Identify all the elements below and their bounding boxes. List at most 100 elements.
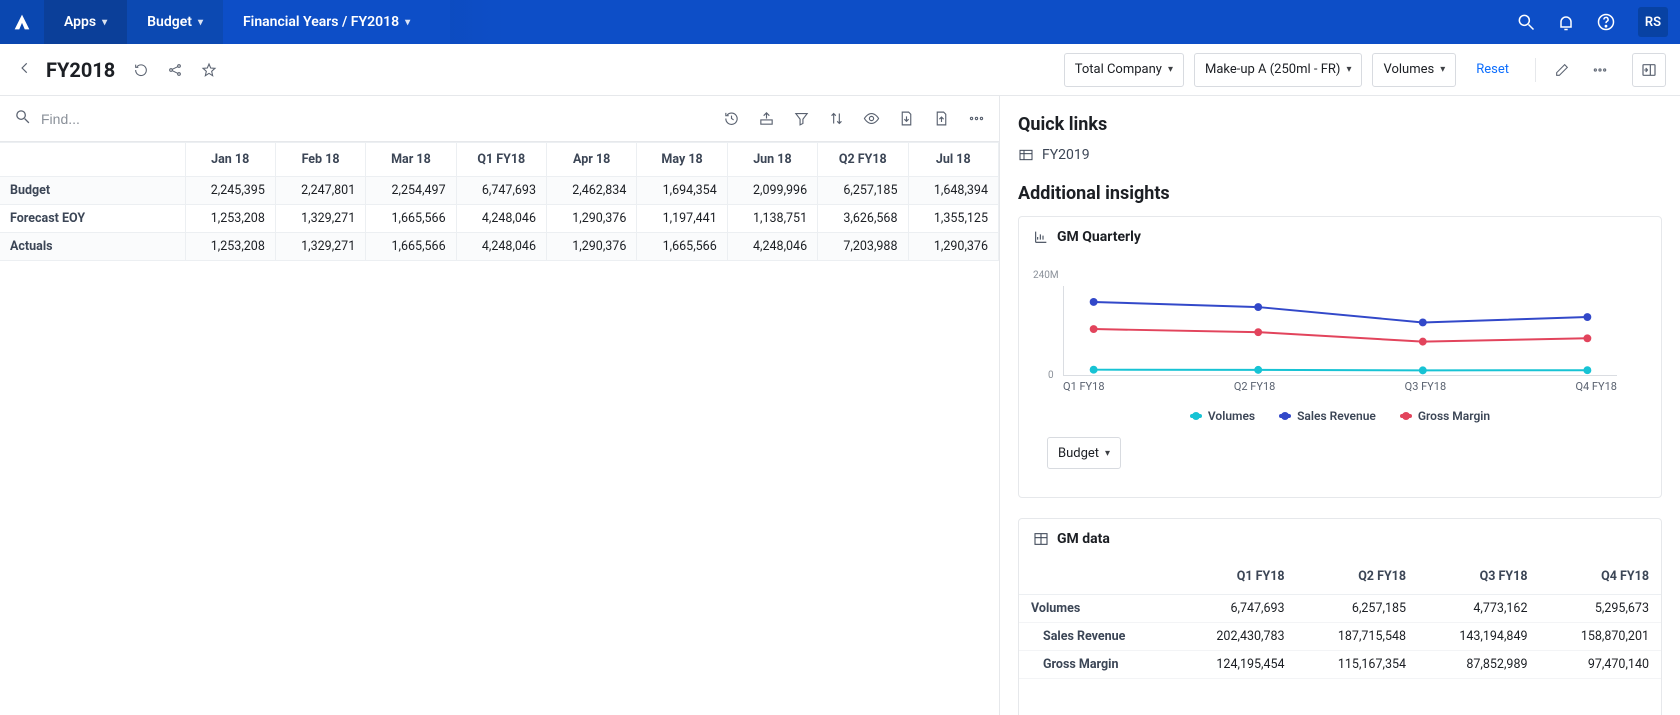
publish-icon[interactable]: [758, 110, 775, 127]
column-header[interactable]: Q2 FY18: [818, 143, 908, 177]
cell[interactable]: 1,329,271: [275, 233, 365, 261]
edit-icon[interactable]: [1550, 58, 1574, 82]
nav-budget[interactable]: Budget ▾: [127, 0, 223, 44]
cell[interactable]: 1,665,566: [366, 233, 456, 261]
column-header[interactable]: Q1 FY18: [456, 143, 546, 177]
nav-apps[interactable]: Apps ▾: [44, 0, 127, 44]
cell[interactable]: 202,430,783: [1175, 623, 1296, 651]
row-header[interactable]: Sales Revenue: [1019, 623, 1175, 651]
history-icon[interactable]: [723, 110, 740, 127]
table-row[interactable]: Forecast EOY1,253,2081,329,2711,665,5664…: [0, 205, 999, 233]
cell[interactable]: 5,295,673: [1540, 595, 1662, 623]
cell[interactable]: 4,248,046: [456, 205, 546, 233]
row-header[interactable]: Volumes: [1019, 595, 1175, 623]
data-grid[interactable]: Jan 18Feb 18Mar 18Q1 FY18Apr 18May 18Jun…: [0, 142, 999, 261]
cell[interactable]: 6,747,693: [1175, 595, 1296, 623]
column-header[interactable]: Q3 FY18: [1418, 559, 1539, 595]
cell[interactable]: 97,470,140: [1540, 651, 1662, 679]
table-row[interactable]: Actuals1,253,2081,329,2711,665,5664,248,…: [0, 233, 999, 261]
sort-icon[interactable]: [828, 110, 845, 127]
help-icon[interactable]: [1586, 0, 1626, 44]
more-icon[interactable]: [968, 110, 985, 127]
gm-data-table[interactable]: Q1 FY18Q2 FY18Q3 FY18Q4 FY18 Volumes6,74…: [1019, 559, 1661, 679]
product-selector[interactable]: Make-up A (250ml - FR) ▾: [1194, 53, 1363, 87]
column-header[interactable]: Jun 18: [727, 143, 817, 177]
cell[interactable]: 4,773,162: [1418, 595, 1539, 623]
cell[interactable]: 2,462,834: [547, 177, 637, 205]
measure-selector[interactable]: Volumes ▾: [1372, 53, 1456, 87]
chart-card: GM Quarterly 240M 0 Q1 FY18Q2 FY18Q3 FY1…: [1018, 216, 1662, 498]
view-icon[interactable]: [863, 110, 880, 127]
column-header[interactable]: Mar 18: [366, 143, 456, 177]
cell[interactable]: 1,253,208: [185, 205, 275, 233]
legend-item[interactable]: Gross Margin: [1400, 409, 1490, 423]
column-header[interactable]: Jan 18: [185, 143, 275, 177]
cell[interactable]: 1,355,125: [908, 205, 999, 233]
cell[interactable]: 2,254,497: [366, 177, 456, 205]
cell[interactable]: 1,197,441: [637, 205, 727, 233]
cell[interactable]: 124,195,454: [1175, 651, 1296, 679]
column-header[interactable]: Q2 FY18: [1297, 559, 1418, 595]
cell[interactable]: 158,870,201: [1540, 623, 1662, 651]
column-header[interactable]: Q4 FY18: [1540, 559, 1662, 595]
cell[interactable]: 6,747,693: [456, 177, 546, 205]
cell[interactable]: 1,253,208: [185, 233, 275, 261]
column-header[interactable]: Feb 18: [275, 143, 365, 177]
cell[interactable]: 115,167,354: [1297, 651, 1418, 679]
row-header[interactable]: Gross Margin: [1019, 651, 1175, 679]
quick-link-fy2019[interactable]: FY2019: [1018, 147, 1662, 163]
cell[interactable]: 4,248,046: [456, 233, 546, 261]
column-header[interactable]: Q1 FY18: [1175, 559, 1296, 595]
table-row[interactable]: Gross Margin124,195,454115,167,35487,852…: [1019, 651, 1661, 679]
cell[interactable]: 4,248,046: [727, 233, 817, 261]
export-icon[interactable]: [898, 110, 915, 127]
cell[interactable]: 6,257,185: [1297, 595, 1418, 623]
filter-icon[interactable]: [793, 110, 810, 127]
row-header[interactable]: Budget: [0, 177, 185, 205]
table-row[interactable]: Volumes6,747,6936,257,1854,773,1625,295,…: [1019, 595, 1661, 623]
search-icon[interactable]: [1506, 0, 1546, 44]
cell[interactable]: 1,290,376: [547, 205, 637, 233]
column-header[interactable]: May 18: [637, 143, 727, 177]
user-avatar[interactable]: RS: [1638, 7, 1668, 37]
cell[interactable]: 1,290,376: [908, 233, 999, 261]
quick-link-label: FY2019: [1042, 147, 1090, 163]
cell[interactable]: 1,329,271: [275, 205, 365, 233]
cell[interactable]: 1,665,566: [637, 233, 727, 261]
cell[interactable]: 3,626,568: [818, 205, 908, 233]
bell-icon[interactable]: [1546, 0, 1586, 44]
legend-item[interactable]: Volumes: [1190, 409, 1255, 423]
chart-context-selector[interactable]: Budget ▾: [1047, 437, 1121, 469]
cell[interactable]: 1,648,394: [908, 177, 999, 205]
cell[interactable]: 2,099,996: [727, 177, 817, 205]
legend-item[interactable]: Sales Revenue: [1279, 409, 1376, 423]
cell[interactable]: 187,715,548: [1297, 623, 1418, 651]
find-input[interactable]: [41, 111, 241, 127]
refresh-icon[interactable]: [129, 58, 153, 82]
import-icon[interactable]: [933, 110, 950, 127]
side-panel-toggle-icon[interactable]: [1632, 53, 1666, 87]
table-row[interactable]: Budget2,245,3952,247,8012,254,4976,747,6…: [0, 177, 999, 205]
cell[interactable]: 143,194,849: [1418, 623, 1539, 651]
reset-link[interactable]: Reset: [1466, 62, 1519, 77]
nav-breadcrumb[interactable]: Financial Years / FY2018 ▾: [223, 0, 450, 44]
cell[interactable]: 1,138,751: [727, 205, 817, 233]
cell[interactable]: 87,852,989: [1418, 651, 1539, 679]
cell[interactable]: 1,694,354: [637, 177, 727, 205]
cell[interactable]: 1,290,376: [547, 233, 637, 261]
cell[interactable]: 7,203,988: [818, 233, 908, 261]
cell[interactable]: 1,665,566: [366, 205, 456, 233]
row-header[interactable]: Forecast EOY: [0, 205, 185, 233]
star-icon[interactable]: [197, 58, 221, 82]
table-row[interactable]: Sales Revenue202,430,783187,715,548143,1…: [1019, 623, 1661, 651]
company-selector[interactable]: Total Company ▾: [1064, 53, 1184, 87]
column-header[interactable]: Apr 18: [547, 143, 637, 177]
row-header[interactable]: Actuals: [0, 233, 185, 261]
back-icon[interactable]: [14, 57, 36, 83]
cell[interactable]: 2,247,801: [275, 177, 365, 205]
share-icon[interactable]: [163, 58, 187, 82]
more-icon[interactable]: [1588, 58, 1612, 82]
cell[interactable]: 2,245,395: [185, 177, 275, 205]
cell[interactable]: 6,257,185: [818, 177, 908, 205]
column-header[interactable]: Jul 18: [908, 143, 999, 177]
